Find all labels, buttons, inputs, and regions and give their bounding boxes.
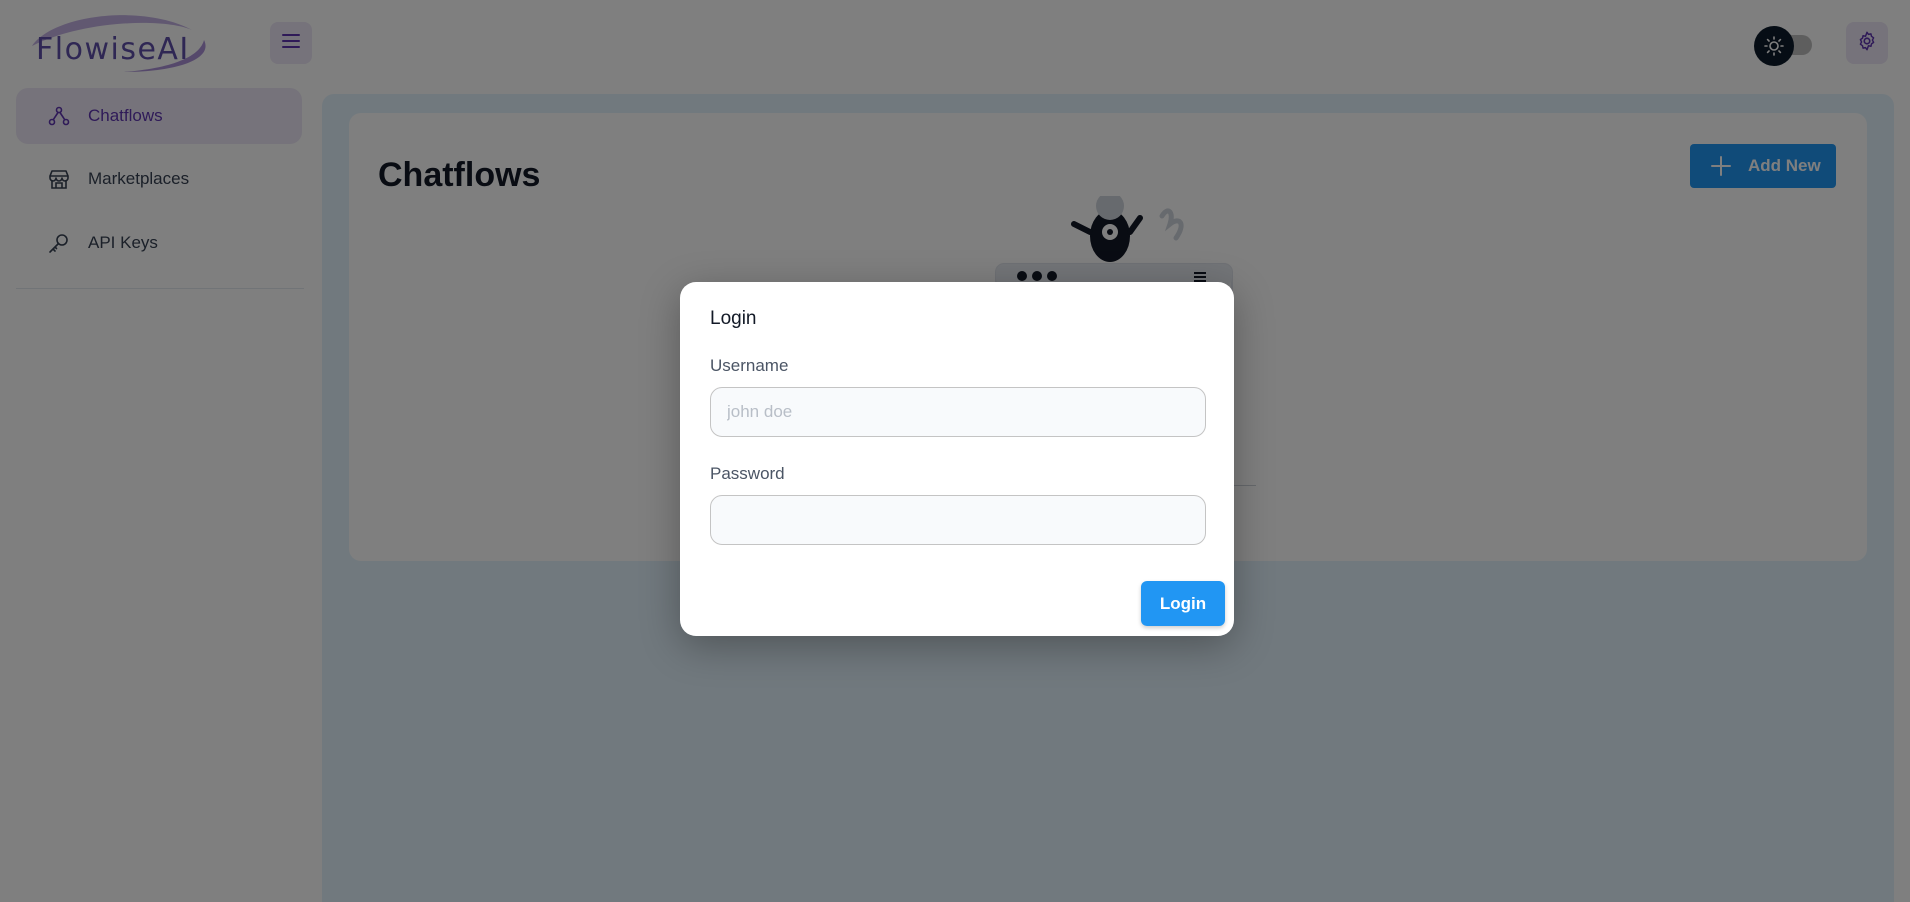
password-label: Password [710, 464, 785, 483]
login-dialog: Login Username Password Login [680, 282, 1234, 636]
username-input[interactable] [710, 387, 1206, 437]
dialog-title: Login [710, 308, 757, 329]
username-label: Username [710, 356, 789, 375]
password-input[interactable] [710, 495, 1206, 545]
login-button[interactable]: Login [1141, 581, 1225, 626]
